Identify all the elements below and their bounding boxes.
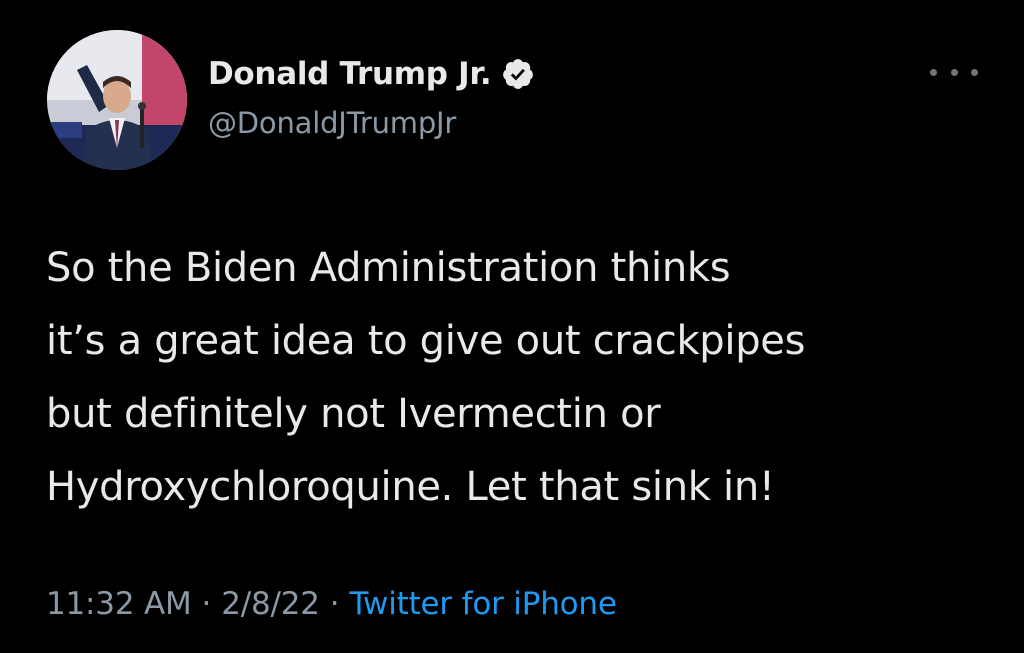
verified-badge-icon [501,57,535,91]
more-dot [930,68,937,76]
more-dot [950,68,958,76]
author-name-row[interactable]: Donald Trump Jr. [208,52,535,96]
tweet-text: So the Biden Administration thinks it’s … [46,245,806,510]
tweet-date[interactable]: 2/8/22 [221,586,320,622]
tweet-metadata: 11:32 AM · 2/8/22 · Twitter for iPhone [46,580,617,628]
avatar[interactable] [47,30,187,170]
author-handle[interactable]: @DonaldJTrumpJr [208,106,456,140]
more-options-icon[interactable] [930,60,978,84]
more-dot [971,68,978,76]
tweet-card: Donald Trump Jr. @DonaldJTrumpJr So the … [0,0,1024,653]
tweet-time[interactable]: 11:32 AM [46,586,192,622]
tweet-source-link[interactable]: Twitter for iPhone [349,586,616,622]
avatar-photo [47,30,187,170]
author-display-name[interactable]: Donald Trump Jr. [208,56,492,92]
meta-separator: · [329,586,340,622]
meta-separator: · [201,586,212,622]
